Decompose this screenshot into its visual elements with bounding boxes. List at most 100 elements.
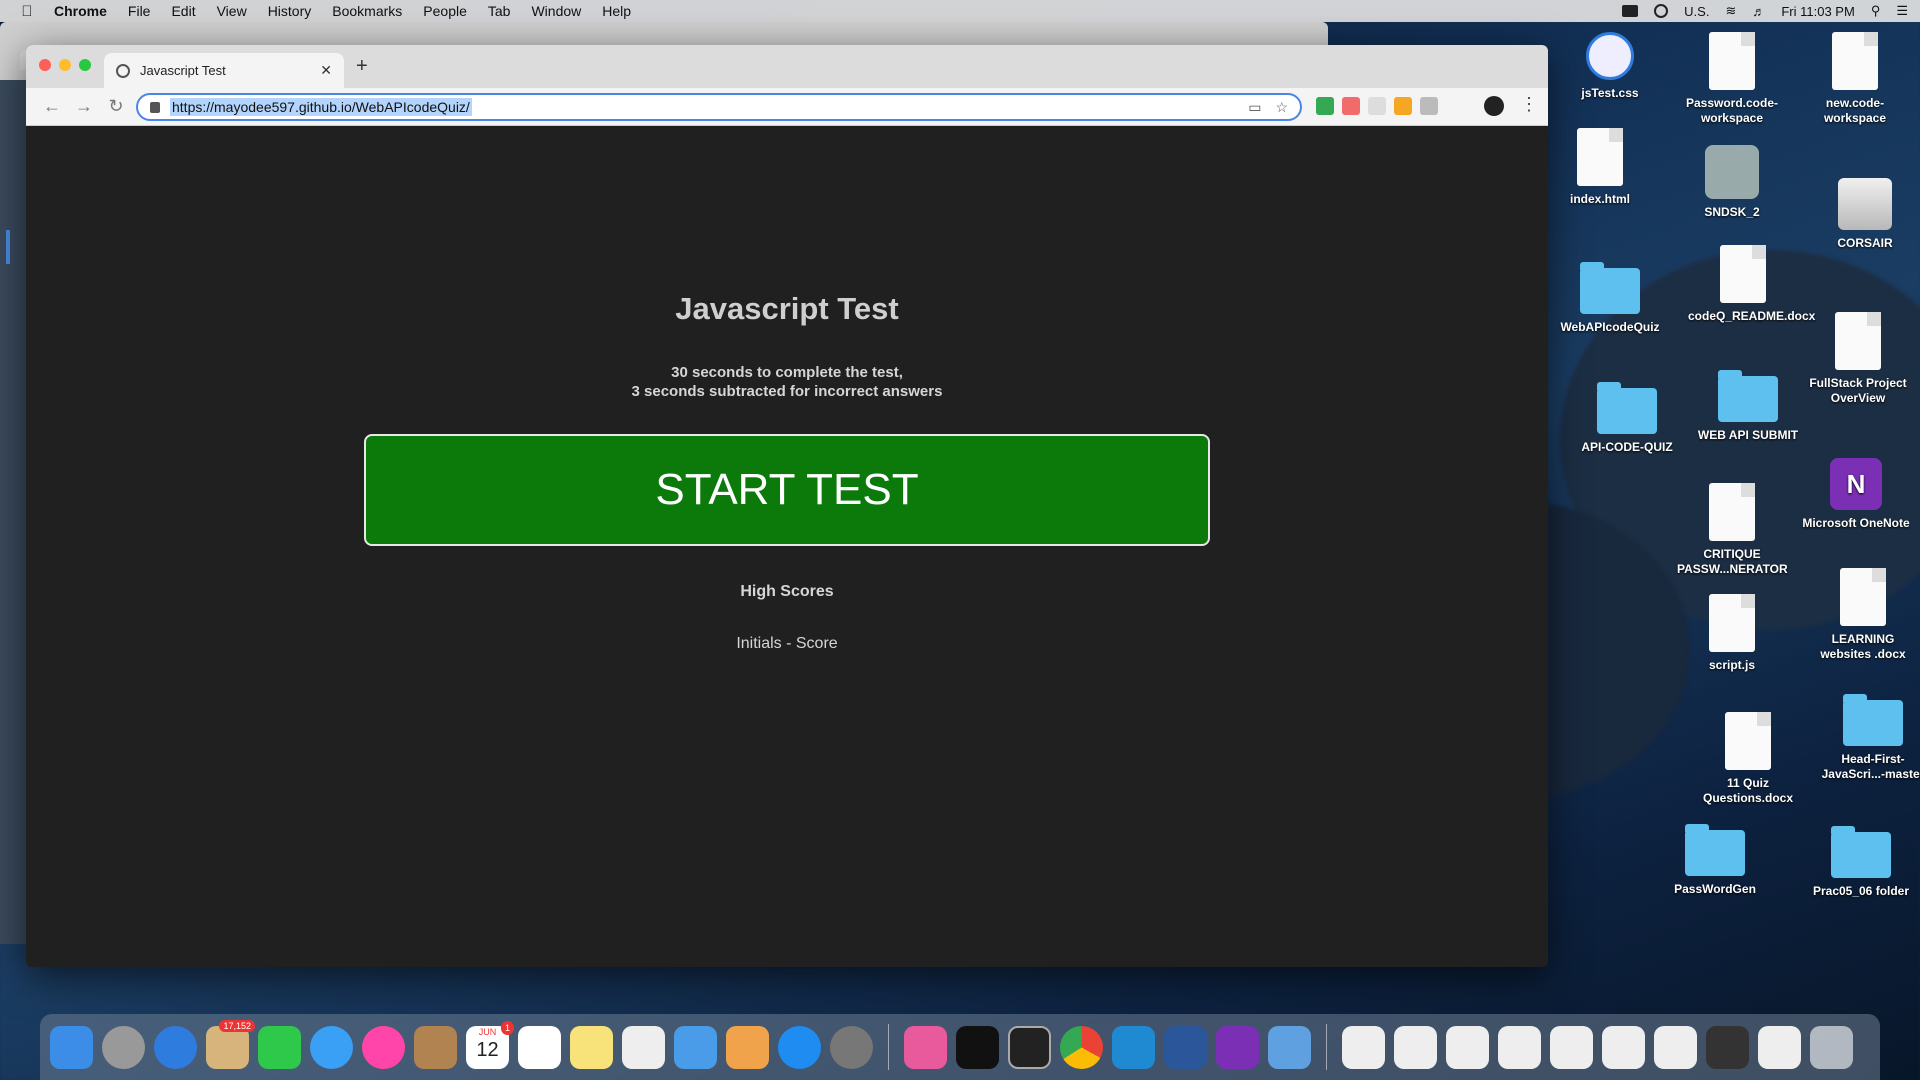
- url-text[interactable]: https://mayodee597.github.io/WebAPIcodeQ…: [170, 98, 472, 116]
- volume-icon[interactable]: ♬: [1752, 4, 1765, 19]
- menu-bookmarks[interactable]: Bookmarks: [332, 3, 402, 19]
- close-tab-icon[interactable]: ✕: [320, 62, 332, 79]
- minimized-window-icon[interactable]: [1706, 1025, 1749, 1069]
- menu-file[interactable]: File: [128, 3, 151, 19]
- chrome-icon[interactable]: [1060, 1025, 1103, 1069]
- lock-icon[interactable]: [150, 101, 160, 113]
- extension-icon[interactable]: [1420, 97, 1438, 115]
- document-icon[interactable]: [1394, 1025, 1437, 1069]
- minimized-window-icon[interactable]: [1758, 1025, 1801, 1069]
- menu-history[interactable]: History: [268, 3, 312, 19]
- keynote-icon[interactable]: [674, 1025, 717, 1069]
- zoom-window-button[interactable]: [79, 59, 91, 71]
- desktop-icon-learning[interactable]: LEARNING websites .docx: [1808, 568, 1918, 662]
- onenote-dock-icon[interactable]: [1216, 1025, 1259, 1069]
- reminders-icon[interactable]: [518, 1025, 561, 1069]
- desktop-icon-password-workspace[interactable]: Password.code-workspace: [1677, 32, 1787, 126]
- desktop-icon-label: Prac05_06 folder: [1812, 884, 1910, 898]
- document-icon[interactable]: [1446, 1025, 1489, 1069]
- minimize-window-button[interactable]: [59, 59, 71, 71]
- app-store-icon[interactable]: [778, 1025, 821, 1069]
- desktop-icon-sndsk[interactable]: SNDSK_2: [1677, 145, 1787, 220]
- desktop-icon-label: index.html: [1569, 192, 1630, 206]
- document-icon[interactable]: [1654, 1025, 1697, 1069]
- numbers-icon[interactable]: [622, 1025, 665, 1069]
- desktop-icon-head-first[interactable]: Head-First-JavaScri...-master: [1818, 694, 1920, 782]
- menu-view[interactable]: View: [217, 3, 247, 19]
- vscode-icon[interactable]: [1112, 1025, 1155, 1069]
- back-icon[interactable]: ←: [36, 96, 68, 117]
- dock-separator: [888, 1024, 889, 1070]
- desktop-icon-passwordgen[interactable]: PassWordGen: [1660, 824, 1770, 897]
- tab-title: Javascript Test: [140, 63, 226, 78]
- desktop-icon-codeq-readme[interactable]: codeQ_README.docx: [1688, 245, 1815, 324]
- terminal-icon[interactable]: [1008, 1025, 1051, 1069]
- document-icon[interactable]: [1342, 1025, 1385, 1069]
- menu-edit[interactable]: Edit: [171, 3, 195, 19]
- safari-icon[interactable]: [154, 1025, 197, 1069]
- desktop-icon-11-quiz[interactable]: 11 Quiz Questions.docx: [1693, 712, 1803, 806]
- desktop-icon-api-code-quiz[interactable]: API-CODE-QUIZ: [1572, 382, 1682, 455]
- desktop-icon-onenote[interactable]: N Microsoft OneNote: [1801, 458, 1911, 531]
- bookmark-star-icon[interactable]: ☆: [1275, 99, 1288, 116]
- pages-icon[interactable]: [726, 1025, 769, 1069]
- finder-icon[interactable]: [50, 1025, 93, 1069]
- desktop-icon-web-api-submit[interactable]: WEB API SUBMIT: [1693, 370, 1803, 443]
- wifi-icon[interactable]: ≋: [1725, 3, 1736, 19]
- extension-icon[interactable]: [1316, 97, 1334, 115]
- desktop-icon-jstest[interactable]: jsTest.css: [1555, 32, 1665, 101]
- input-source-label[interactable]: U.S.: [1684, 4, 1709, 19]
- folder-icon: [1831, 826, 1891, 878]
- launchpad-icon[interactable]: [102, 1025, 145, 1069]
- desktop-icon-index[interactable]: index.html: [1545, 128, 1655, 207]
- tab-active[interactable]: Javascript Test ✕: [104, 53, 344, 88]
- extension-icon[interactable]: [1368, 97, 1386, 115]
- notification-center-icon[interactable]: ☰: [1896, 3, 1908, 19]
- xcode-icon[interactable]: [1268, 1025, 1311, 1069]
- start-test-button[interactable]: START TEST: [364, 434, 1210, 546]
- reload-icon[interactable]: ↻: [100, 96, 132, 117]
- desktop-icon-script[interactable]: script.js: [1677, 594, 1787, 673]
- menu-app-name[interactable]: Chrome: [54, 3, 107, 19]
- menu-window[interactable]: Window: [531, 3, 581, 19]
- spotlight-icon[interactable]: ⚲: [1871, 3, 1881, 19]
- system-preferences-icon[interactable]: [830, 1025, 873, 1069]
- desktop-icon-critique[interactable]: CRITIQUE PASSW...NERATOR: [1677, 483, 1788, 577]
- messages-icon[interactable]: [310, 1025, 353, 1069]
- time-machine-icon[interactable]: [1654, 4, 1669, 18]
- calendar-icon[interactable]: JUN 12 1: [466, 1020, 514, 1069]
- app-icon[interactable]: [956, 1025, 999, 1069]
- cast-icon[interactable]: ▭: [1248, 99, 1261, 116]
- menu-people[interactable]: People: [423, 3, 467, 19]
- desktop-icon-fullstack[interactable]: FullStack Project OverView: [1803, 312, 1913, 406]
- forward-icon[interactable]: →: [68, 96, 100, 117]
- extension-icon[interactable]: [1394, 97, 1412, 115]
- clock[interactable]: Fri 11:03 PM: [1781, 4, 1854, 19]
- document-icon[interactable]: [1498, 1025, 1541, 1069]
- desktop-icon-prac05[interactable]: Prac05_06 folder: [1806, 826, 1916, 899]
- more-menu-icon[interactable]: ⋮: [1520, 94, 1538, 115]
- document-icon[interactable]: [1550, 1025, 1593, 1069]
- desktop-icon-new-workspace[interactable]: new.code-workspace: [1800, 32, 1910, 126]
- menu-help[interactable]: Help: [602, 3, 631, 19]
- address-bar[interactable]: https://mayodee597.github.io/WebAPIcodeQ…: [136, 93, 1302, 121]
- extension-icon[interactable]: [1342, 97, 1360, 115]
- facetime-icon[interactable]: [258, 1025, 301, 1069]
- trash-icon[interactable]: [1810, 1025, 1853, 1069]
- word-icon[interactable]: [1164, 1025, 1207, 1069]
- photos-icon[interactable]: [362, 1025, 405, 1069]
- mail-icon[interactable]: 17,152: [206, 1019, 255, 1069]
- desktop-icon-webapicodequiz[interactable]: WebAPIcodeQuiz: [1555, 262, 1665, 335]
- menu-tab[interactable]: Tab: [488, 3, 511, 19]
- apple-menu-icon[interactable]: : [0, 3, 54, 20]
- contacts-icon[interactable]: [414, 1025, 457, 1069]
- app-icon[interactable]: [904, 1025, 947, 1069]
- display-icon[interactable]: [1622, 5, 1639, 17]
- notes-icon[interactable]: [570, 1025, 613, 1069]
- dock-separator: [1326, 1024, 1327, 1070]
- close-window-button[interactable]: [39, 59, 51, 71]
- desktop-icon-corsair[interactable]: CORSAIR: [1810, 178, 1920, 251]
- document-icon[interactable]: [1602, 1025, 1645, 1069]
- new-tab-icon[interactable]: +: [356, 55, 368, 78]
- profile-avatar[interactable]: [1484, 96, 1504, 116]
